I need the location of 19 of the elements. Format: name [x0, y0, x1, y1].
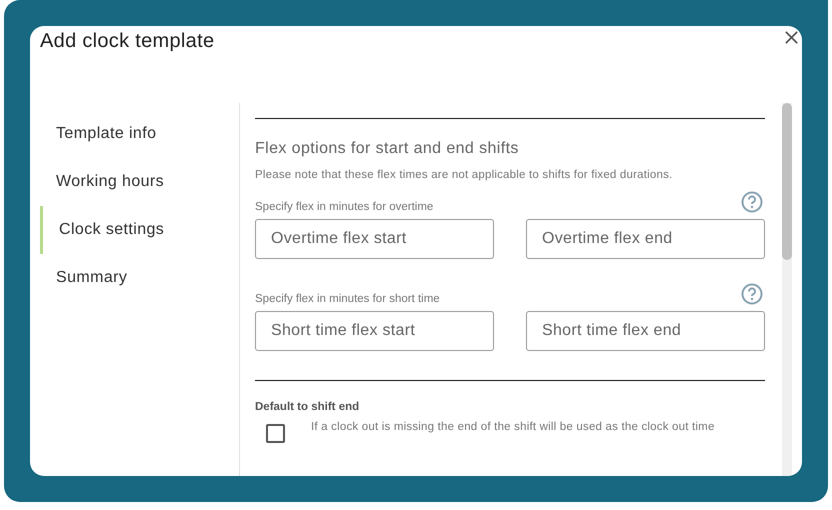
close-icon[interactable] — [784, 30, 799, 45]
help-icon[interactable] — [741, 191, 763, 213]
scrollbar-thumb[interactable] — [782, 103, 792, 260]
field-group-label: Specify flex in minutes for overtime — [255, 201, 434, 213]
section-note: Please note that these flex times are not applicable to shifts for fixed durations. — [255, 169, 674, 181]
section-heading: Flex options for start and end shifts — [255, 140, 520, 158]
input-field[interactable]: Overtime flex start — [255, 219, 494, 259]
sidebar-item[interactable]: Clock settings — [40, 206, 239, 254]
input-field[interactable]: Short time flex start — [255, 311, 494, 351]
field-group-label: Specify flex in minutes for short time — [255, 293, 440, 305]
help-icon[interactable] — [741, 283, 763, 305]
dialog-title: Add clock template — [40, 30, 214, 53]
option-label: Default to shift end — [255, 401, 360, 413]
input-field[interactable]: Overtime flex end — [526, 219, 765, 259]
checkbox[interactable] — [266, 424, 285, 443]
sidebar-item[interactable]: Summary — [30, 266, 239, 314]
input-field[interactable]: Short time flex end — [526, 311, 765, 351]
sidebar-item[interactable]: Template info — [30, 122, 239, 170]
option-description: If a clock out is missing the end of the shift will be used as the clock out time — [311, 420, 716, 435]
